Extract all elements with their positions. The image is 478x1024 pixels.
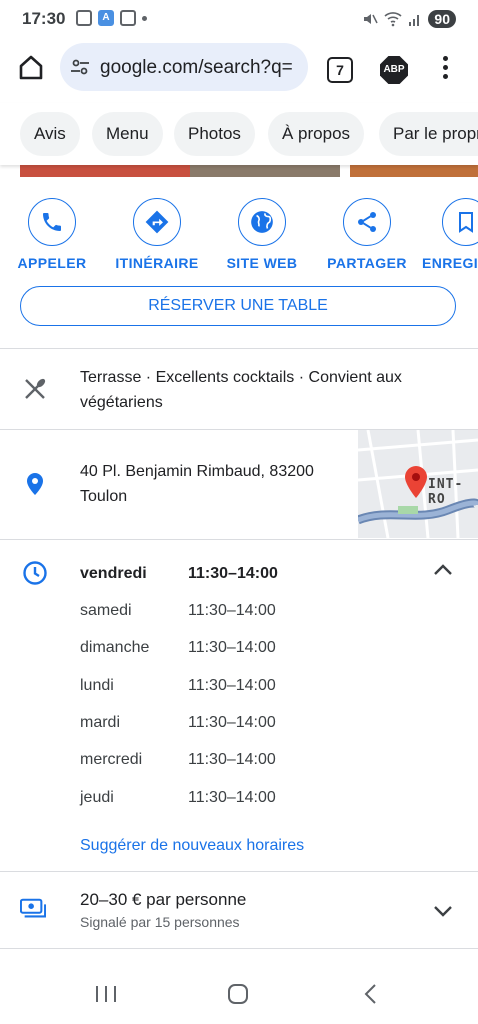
- directions-label: ITINÉRAIRE: [115, 255, 199, 271]
- directions-icon: [145, 210, 169, 234]
- divider: [0, 871, 478, 872]
- share-label: PARTAGER: [327, 255, 407, 271]
- photo-strip[interactable]: [0, 165, 478, 177]
- signal-icon: [409, 15, 419, 26]
- hours-time: 11:30–14:00: [188, 789, 276, 806]
- divider: [0, 348, 478, 349]
- hours-time: 11:30–14:00: [188, 639, 276, 656]
- divider: [0, 948, 478, 949]
- hours-day: dimanche: [80, 639, 150, 656]
- restaurant-icon: [25, 378, 46, 399]
- mute-icon: [364, 14, 378, 24]
- phone-icon: [43, 213, 61, 231]
- money-icon: [20, 898, 46, 918]
- directions-button[interactable]: ITINÉRAIRE: [107, 198, 207, 271]
- system-nav-bar: [0, 964, 478, 1024]
- save-label: ENREGISTRER: [422, 255, 478, 271]
- website-button[interactable]: SITE WEB: [212, 198, 312, 271]
- chip-photos[interactable]: Photos: [174, 112, 255, 156]
- notification-icons: A: [76, 10, 147, 26]
- share-button[interactable]: PARTAGER: [317, 198, 417, 271]
- hours-day: jeudi: [80, 789, 114, 806]
- url-text: google.com/search?q=: [100, 57, 293, 78]
- hours-day: lundi: [80, 677, 114, 694]
- map-thumbnail[interactable]: INT-RO: [358, 430, 478, 538]
- system-icons: [362, 11, 422, 27]
- clock-icon: [23, 561, 47, 585]
- adblock-icon[interactable]: ABP: [380, 56, 408, 84]
- chip-a-propos[interactable]: À propos: [268, 112, 365, 156]
- divider: [0, 539, 478, 540]
- home-icon[interactable]: [16, 52, 46, 82]
- map-label: INT-RO: [428, 477, 464, 507]
- features-text: Terrasse · Excellents cocktails · Convie…: [80, 369, 402, 411]
- price-reported: Signalé par 15 personnes: [80, 914, 240, 930]
- hours-day: mardi: [80, 714, 121, 731]
- website-label: SITE WEB: [226, 255, 298, 271]
- reserve-table-button[interactable]: RÉSERVER UNE TABLE: [20, 286, 456, 326]
- hours-day: mercredi: [80, 751, 143, 768]
- hours-time: 11:30–14:00: [188, 714, 276, 731]
- bookmark-icon: [459, 212, 473, 233]
- site-settings-icon[interactable]: [70, 57, 90, 77]
- more-notifications-icon: [142, 15, 147, 21]
- hours-time: 11:30–14:00: [188, 751, 276, 768]
- hours-time: 11:30–14:00: [188, 565, 278, 582]
- suggest-hours-link[interactable]: Suggérer de nouveaux horaires: [80, 837, 304, 855]
- expand-price-icon[interactable]: [432, 903, 454, 919]
- location-pin-icon: [27, 473, 43, 495]
- back-icon[interactable]: [363, 983, 379, 1005]
- tab-switcher-button[interactable]: 7: [327, 57, 353, 83]
- call-button[interactable]: APPELER: [2, 198, 102, 271]
- address-bar[interactable]: google.com/search?q=: [60, 43, 308, 91]
- share-icon: [358, 212, 376, 232]
- save-button[interactable]: ENREGISTRER: [422, 198, 478, 271]
- status-bar: 17:30 A 90: [0, 0, 478, 40]
- map-pin-icon: [405, 466, 427, 498]
- recent-apps-icon[interactable]: [94, 984, 118, 1004]
- chip-menu[interactable]: Menu: [92, 112, 163, 156]
- wifi-icon: [384, 12, 402, 27]
- collapse-hours-icon[interactable]: [432, 562, 454, 578]
- call-label: APPELER: [17, 255, 87, 271]
- address-text[interactable]: 40 Pl. Benjamin Rimbaud, 83200 Toulon: [80, 459, 345, 509]
- hours-time: 11:30–14:00: [188, 602, 276, 619]
- hours-time: 11:30–14:00: [188, 677, 276, 694]
- battery-indicator: 90: [428, 10, 456, 28]
- price-range: 20–30 € par personne: [80, 890, 247, 909]
- globe-icon: [251, 211, 273, 233]
- hours-day: samedi: [80, 602, 132, 619]
- status-time: 17:30: [22, 9, 66, 28]
- chip-avis[interactable]: Avis: [20, 112, 80, 156]
- app-notification-icon: A: [98, 10, 114, 26]
- screenshot-icon: [76, 10, 92, 26]
- overflow-menu-icon[interactable]: [440, 56, 450, 84]
- hours-day: vendredi: [80, 565, 147, 582]
- chips-row: Avis Menu Photos À propos Par le proprié…: [0, 103, 478, 165]
- chip-par-le-proprietaire[interactable]: Par le propriétaire: [379, 112, 478, 156]
- browser-toolbar: google.com/search?q= 7 ABP: [0, 40, 478, 102]
- calendar-icon: [120, 10, 136, 26]
- home-nav-icon[interactable]: [227, 983, 249, 1005]
